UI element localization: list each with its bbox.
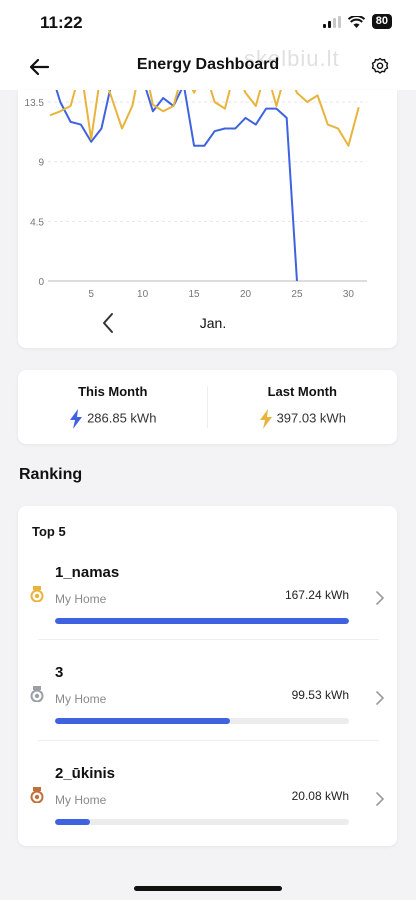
gear-icon[interactable] (370, 56, 390, 76)
last-month-stat: Last Month 397.03 kWh (208, 370, 398, 444)
chevron-right-icon (376, 591, 384, 605)
energy-progress-fill (55, 718, 230, 724)
energy-progress-bar (55, 718, 349, 724)
y-tick-label: 4.5 (30, 217, 44, 228)
device-energy: 99.53 kWh (291, 688, 349, 702)
status-bar: 11:22 80 (0, 0, 416, 44)
ranking-heading: Ranking (19, 466, 83, 483)
last-month-value-row: 397.03 kWh (208, 409, 398, 429)
energy-progress-fill (55, 819, 91, 825)
ranking-item[interactable]: 3 My Home 99.53 kWh (18, 660, 397, 760)
top-five-label: Top 5 (32, 524, 66, 539)
this-month-stat: This Month 286.85 kWh (18, 370, 208, 444)
y-tick-label: 0 (38, 277, 44, 288)
page-title: Energy Dashboard (136, 56, 280, 73)
status-icons: 80 (322, 14, 392, 29)
lightning-bolt-icon (70, 409, 83, 429)
x-tick-label: 5 (88, 289, 94, 300)
device-name: 3 (55, 664, 64, 681)
ranking-divider (38, 740, 379, 741)
silver-medal-icon (30, 686, 44, 702)
cellular-signal-icon (322, 15, 341, 28)
x-tick-label: 30 (343, 289, 355, 300)
status-time: 11:22 (40, 13, 83, 32)
battery-indicator: 80 (371, 14, 392, 29)
previous-month-chevron-icon[interactable] (100, 312, 116, 334)
home-indicator[interactable] (134, 886, 282, 891)
energy-progress-bar (55, 618, 349, 624)
this-month-value: 286.85 kWh (87, 410, 157, 426)
x-tick-label: 20 (240, 289, 252, 300)
month-label: Jan. (199, 315, 227, 331)
last-month-label: Last Month (267, 384, 337, 399)
ranking-card: Top 5 1_namas My Home 167.24 kWh 3 My Ho… (18, 506, 397, 846)
device-energy: 167.24 kWh (284, 588, 349, 602)
device-home: My Home (55, 692, 107, 706)
usage-line-chart: 0 4.5 9 13.5 5 10 15 20 25 30 (25, 90, 367, 300)
usage-chart-card: 0 4.5 9 13.5 5 10 15 20 25 30 Jan. (18, 90, 397, 348)
this-month-series-line (55, 90, 298, 282)
device-home: My Home (55, 793, 107, 807)
x-tick-label: 10 (137, 289, 149, 300)
bronze-medal-icon (30, 787, 44, 803)
this-month-value-row: 286.85 kWh (18, 409, 208, 429)
energy-progress-bar (55, 819, 349, 825)
monthly-stats-card: This Month 286.85 kWh Last Month 397.03 … (18, 370, 397, 444)
last-month-value: 397.03 kWh (276, 410, 346, 426)
y-tick-label: 9 (38, 158, 44, 169)
wifi-icon (347, 15, 365, 28)
app-header: skelbiu.lt Energy Dashboard (0, 44, 416, 90)
device-name: 2_ūkinis (55, 765, 116, 782)
x-tick-label: 15 (189, 289, 201, 300)
ranking-divider (38, 639, 379, 640)
device-home: My Home (55, 592, 107, 606)
ranking-item[interactable]: 2_ūkinis My Home 20.08 kWh (18, 761, 397, 861)
lightning-bolt-icon (259, 409, 272, 429)
chevron-right-icon (376, 691, 384, 705)
this-month-label: This Month (78, 384, 148, 399)
gold-medal-icon (30, 586, 44, 602)
x-tick-label: 25 (291, 289, 303, 300)
ranking-item[interactable]: 1_namas My Home 167.24 kWh (18, 560, 397, 660)
last-month-series-line (49, 90, 360, 147)
device-energy: 20.08 kWh (291, 789, 349, 803)
energy-progress-fill (55, 618, 349, 624)
chevron-right-icon (376, 792, 384, 806)
device-name: 1_namas (55, 564, 120, 581)
y-tick-label: 13.5 (25, 98, 45, 109)
